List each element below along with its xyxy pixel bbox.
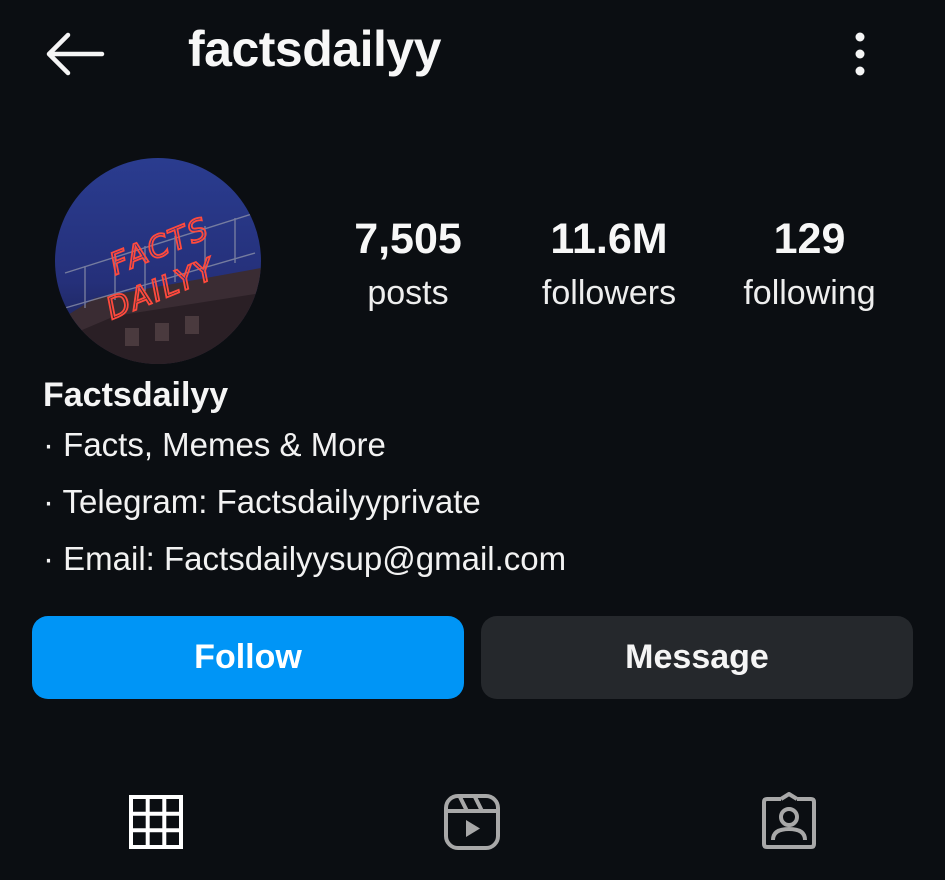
profile-avatar[interactable]: FACTS DAILYY: [55, 158, 261, 364]
tab-reels[interactable]: [440, 790, 504, 854]
follow-button[interactable]: Follow: [32, 616, 464, 699]
posts-count: 7,505: [354, 215, 462, 263]
stat-followers[interactable]: 11.6M followers: [524, 212, 694, 320]
profile-username: factsdailyy: [188, 21, 441, 77]
following-count: 129: [773, 215, 846, 263]
bio-line: · Email: Factsdailyysup@gmail.com: [43, 540, 567, 577]
posts-label: posts: [367, 274, 449, 312]
grid-icon: [129, 795, 183, 849]
stat-posts[interactable]: 7,505 posts: [328, 212, 488, 320]
following-label: following: [743, 274, 876, 312]
tab-tagged[interactable]: [757, 790, 821, 854]
stat-following[interactable]: 129 following: [722, 212, 897, 320]
tagged-icon: [762, 792, 816, 849]
bio-line: · Telegram: Factsdailyyprivate: [43, 483, 481, 520]
more-options-button[interactable]: [838, 26, 882, 82]
message-button[interactable]: Message: [481, 616, 913, 699]
back-button[interactable]: [38, 26, 110, 82]
followers-label: followers: [541, 274, 677, 312]
arrow-left-icon: [46, 32, 105, 76]
profile-display-name: Factsdailyy: [43, 376, 229, 414]
bio-line: · Facts, Memes & More: [43, 426, 386, 463]
followers-count: 11.6M: [550, 215, 668, 263]
reels-icon: [444, 794, 500, 850]
tab-posts-grid[interactable]: [124, 790, 188, 854]
more-vertical-icon: [855, 32, 865, 76]
top-bar: factsdailyy: [0, 0, 945, 110]
